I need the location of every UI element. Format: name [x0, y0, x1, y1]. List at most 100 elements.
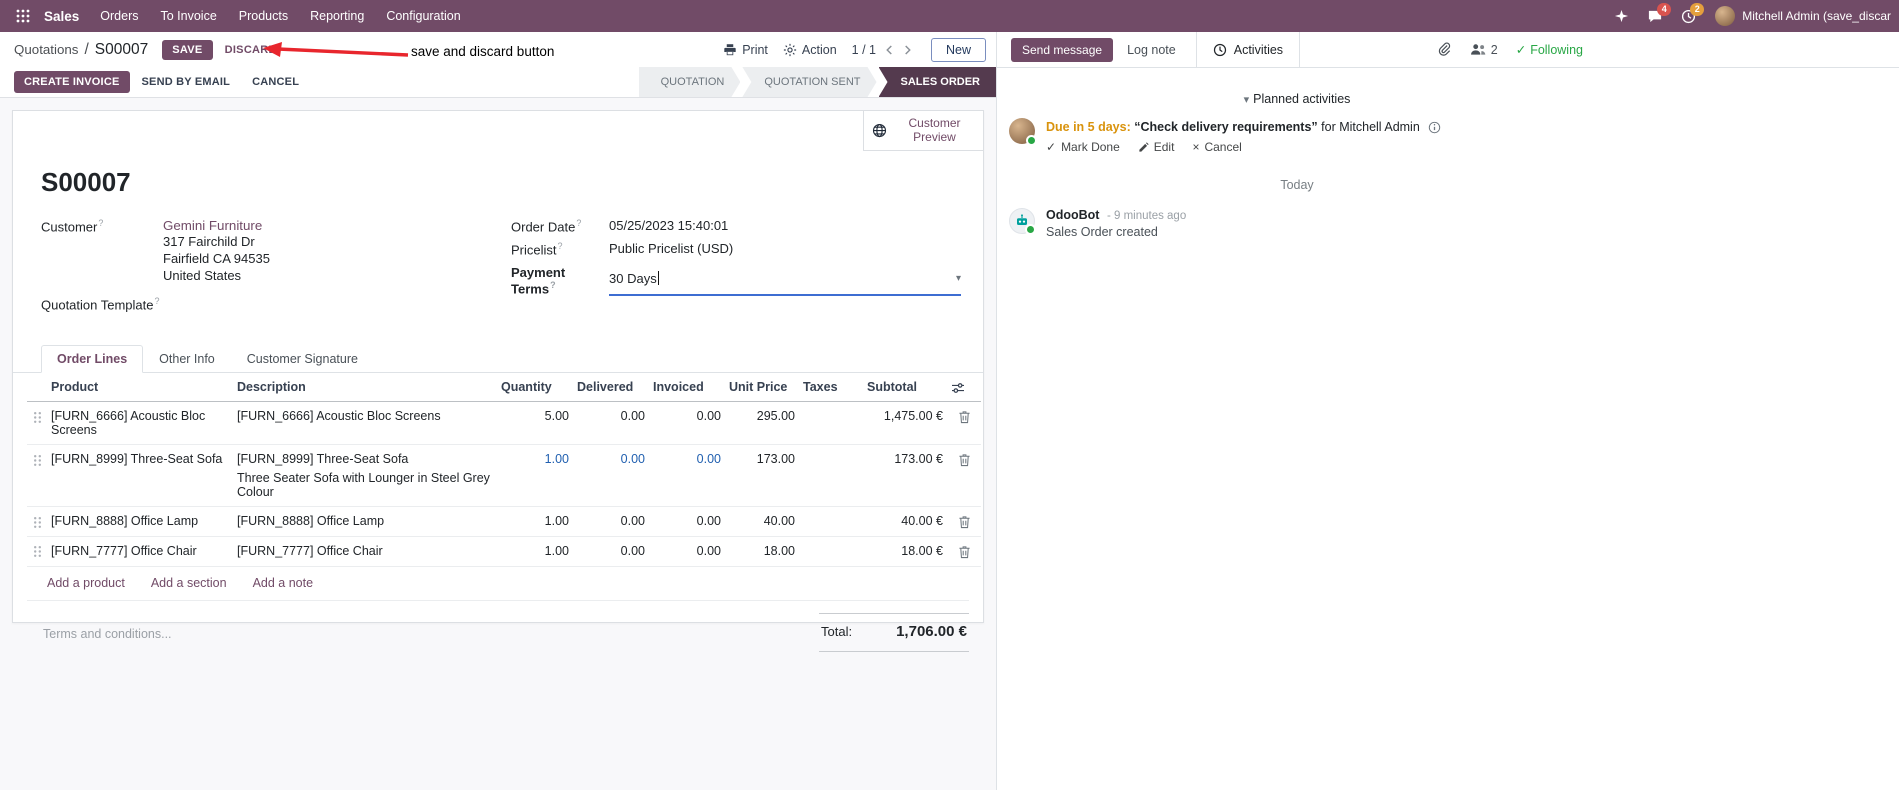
activities-tab[interactable]: Activities: [1195, 32, 1301, 67]
cell-description[interactable]: [FURN_7777] Office Chair: [233, 536, 497, 567]
record-title[interactable]: S00007: [13, 111, 983, 198]
menu-to-invoice[interactable]: To Invoice: [149, 0, 227, 32]
quotation-template-field[interactable]: Quotation Template?: [41, 296, 511, 312]
terms-placeholder[interactable]: Terms and conditions...: [27, 613, 172, 641]
column-description[interactable]: Description: [233, 373, 497, 403]
cell-product[interactable]: [FURN_6666] Acoustic Bloc Screens: [47, 401, 233, 446]
cell-quantity[interactable]: 5.00: [497, 401, 573, 446]
menu-configuration[interactable]: Configuration: [375, 0, 471, 32]
breadcrumb-quotations[interactable]: Quotations: [14, 42, 78, 57]
column-quantity[interactable]: Quantity: [497, 373, 573, 403]
cell-product[interactable]: [FURN_8999] Three-Seat Sofa: [47, 444, 233, 508]
print-button[interactable]: Print: [723, 43, 768, 57]
pricelist-value[interactable]: Public Pricelist (USD): [609, 241, 733, 257]
sparkle-button[interactable]: [1605, 0, 1638, 32]
cell-taxes[interactable]: [799, 536, 863, 567]
delete-line-button[interactable]: [947, 444, 981, 508]
state-sales-order[interactable]: SALES ORDER: [878, 67, 996, 97]
activities-button[interactable]: 2: [1672, 0, 1705, 32]
column-delivered[interactable]: Delivered: [573, 373, 649, 403]
send-by-email-button[interactable]: SEND BY EMAIL: [132, 71, 241, 93]
cancel-button[interactable]: CANCEL: [242, 71, 309, 93]
cell-invoiced[interactable]: 0.00: [649, 536, 725, 567]
apps-menu-button[interactable]: [10, 0, 36, 32]
paperclip-icon[interactable]: [1437, 42, 1452, 57]
delete-line-button[interactable]: [947, 536, 981, 567]
add-a-section-link[interactable]: Add a section: [151, 576, 227, 590]
cell-unit-price[interactable]: 40.00: [725, 506, 799, 538]
add-a-note-link[interactable]: Add a note: [253, 576, 313, 590]
optional-columns-button[interactable]: [947, 373, 981, 403]
cell-delivered[interactable]: 0.00: [573, 444, 649, 508]
column-unit-price[interactable]: Unit Price: [725, 373, 799, 403]
order-date-value[interactable]: 05/25/2023 15:40:01: [609, 218, 728, 234]
cell-quantity[interactable]: 1.00: [497, 506, 573, 538]
caret-down-icon[interactable]: ▾: [956, 273, 961, 284]
edit-activity-button[interactable]: Edit: [1138, 140, 1174, 154]
cell-delivered[interactable]: 0.00: [573, 536, 649, 567]
cell-taxes[interactable]: [799, 444, 863, 508]
user-menu[interactable]: Mitchell Admin (save_discar: [1705, 0, 1893, 32]
new-button[interactable]: New: [930, 37, 986, 62]
drag-handle[interactable]: [27, 444, 47, 508]
messages-button[interactable]: 4: [1638, 0, 1672, 32]
annotation-text: save and discard button: [411, 44, 555, 59]
app-name[interactable]: Sales: [36, 9, 89, 24]
tab-customer-signature[interactable]: Customer Signature: [231, 345, 374, 373]
state-quotation[interactable]: QUOTATION: [639, 67, 741, 97]
column-product[interactable]: Product: [47, 373, 233, 403]
action-button[interactable]: Action: [783, 43, 837, 57]
info-icon[interactable]: [1428, 121, 1441, 134]
cell-description[interactable]: [FURN_8999] Three-Seat Sofa Three Seater …: [233, 444, 497, 508]
cell-invoiced[interactable]: 0.00: [649, 401, 725, 446]
cell-description[interactable]: [FURN_8888] Office Lamp: [233, 506, 497, 538]
column-taxes[interactable]: Taxes: [799, 373, 863, 403]
cell-product[interactable]: [FURN_8888] Office Lamp: [47, 506, 233, 538]
planned-activities-header[interactable]: ▾ Planned activities: [997, 68, 1597, 116]
following-button[interactable]: ✓ Following: [1516, 42, 1583, 58]
state-quotation-sent[interactable]: QUOTATION SENT: [742, 67, 876, 97]
drag-handle[interactable]: [27, 536, 47, 567]
cell-quantity[interactable]: 1.00: [497, 536, 573, 567]
mark-done-button[interactable]: ✓ Mark Done: [1046, 140, 1120, 154]
cell-unit-price[interactable]: 295.00: [725, 401, 799, 446]
print-label: Print: [742, 42, 768, 57]
add-a-product-link[interactable]: Add a product: [47, 576, 125, 590]
log-note-button[interactable]: Log note: [1113, 32, 1190, 67]
cell-unit-price[interactable]: 18.00: [725, 536, 799, 567]
send-message-button[interactable]: Send message: [1011, 37, 1114, 62]
save-button[interactable]: SAVE: [162, 39, 213, 60]
cell-quantity[interactable]: 1.00: [497, 444, 573, 508]
tab-order-lines[interactable]: Order Lines: [41, 345, 144, 374]
cell-delivered[interactable]: 0.00: [573, 506, 649, 538]
cell-unit-price[interactable]: 173.00: [725, 444, 799, 508]
cell-invoiced[interactable]: 0.00: [649, 506, 725, 538]
column-invoiced[interactable]: Invoiced: [649, 373, 725, 403]
payment-terms-input[interactable]: 30 Days ▾: [609, 265, 961, 296]
followers-button[interactable]: 2: [1470, 43, 1498, 57]
drag-handle[interactable]: [27, 401, 47, 446]
menu-orders[interactable]: Orders: [89, 0, 149, 32]
cancel-activity-button[interactable]: × Cancel: [1192, 140, 1241, 154]
field-column-right: Order Date? 05/25/2023 15:40:01 Pricelis…: [511, 218, 961, 319]
cell-taxes[interactable]: [799, 401, 863, 446]
chatter: Send message Log note Activities 2 ✓ Fol…: [996, 32, 1899, 790]
pager-previous-button[interactable]: [885, 44, 894, 56]
delete-line-button[interactable]: [947, 401, 981, 446]
cell-taxes[interactable]: [799, 506, 863, 538]
column-subtotal[interactable]: Subtotal: [863, 373, 947, 403]
menu-products[interactable]: Products: [228, 0, 299, 32]
cell-description[interactable]: [FURN_6666] Acoustic Bloc Screens: [233, 401, 497, 446]
cell-invoiced[interactable]: 0.00: [649, 444, 725, 508]
customer-name-link[interactable]: Gemini Furniture: [163, 218, 262, 233]
create-invoice-button[interactable]: CREATE INVOICE: [14, 71, 130, 93]
cell-product[interactable]: [FURN_7777] Office Chair: [47, 536, 233, 567]
delete-line-button[interactable]: [947, 506, 981, 538]
drag-handle[interactable]: [27, 506, 47, 538]
menu-reporting[interactable]: Reporting: [299, 0, 375, 32]
message-author[interactable]: OdooBot: [1046, 208, 1099, 222]
cell-delivered[interactable]: 0.00: [573, 401, 649, 446]
tab-other-info[interactable]: Other Info: [143, 345, 231, 373]
pager-next-button[interactable]: [903, 44, 912, 56]
customer-preview-button[interactable]: Customer Preview: [863, 111, 983, 151]
